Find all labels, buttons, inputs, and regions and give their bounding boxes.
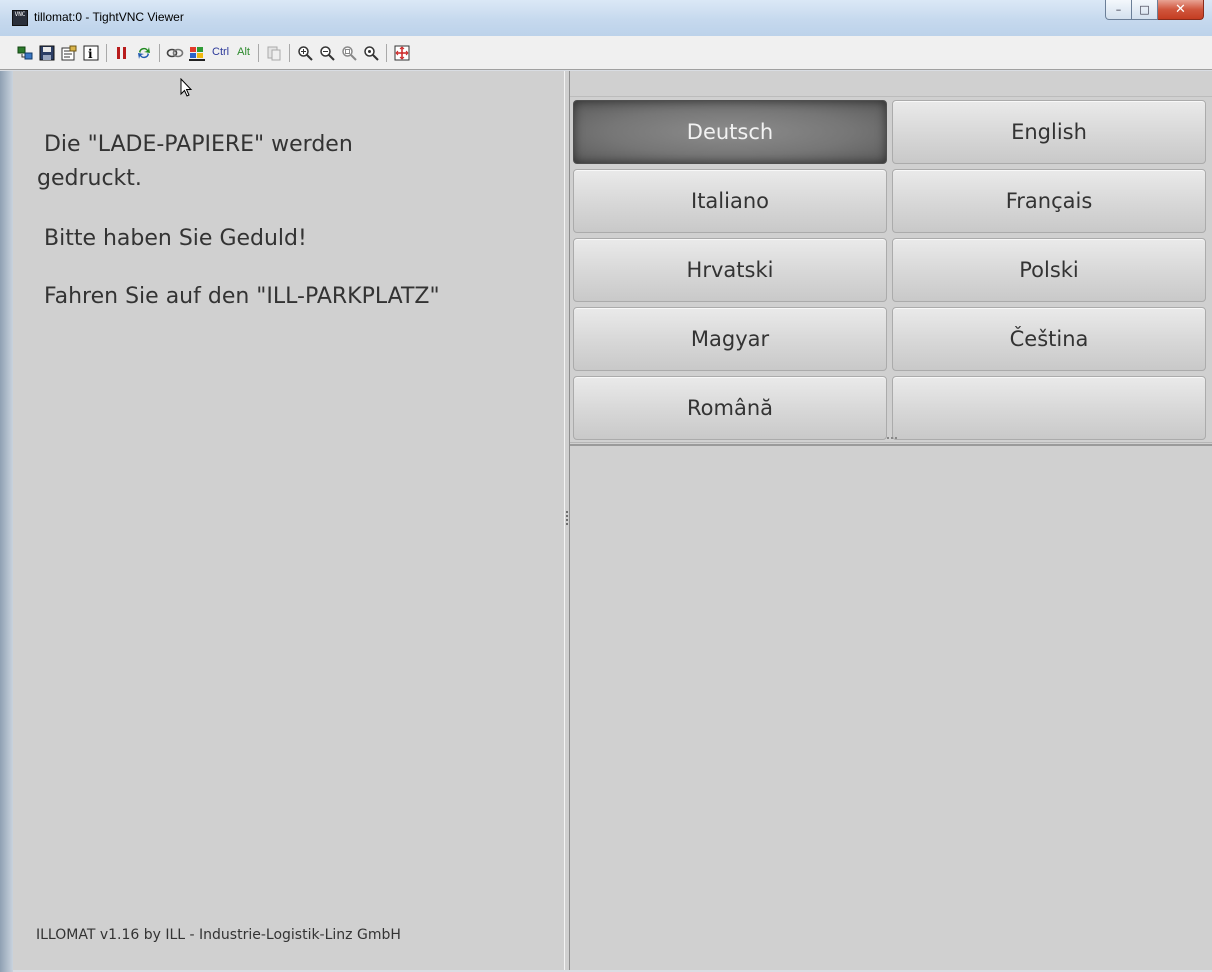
message-panel: Die "LADE-PAPIERE" werden gedruckt. Bitt… [13, 71, 564, 970]
mouse-cursor-icon [180, 78, 193, 97]
language-button-magyar[interactable]: Magyar [573, 307, 887, 371]
toolbar-separator [385, 43, 387, 62]
maximize-button[interactable]: □ [1132, 0, 1158, 20]
connection-info-icon[interactable]: i [82, 44, 100, 62]
maximize-icon: □ [1139, 3, 1150, 16]
remote-screen[interactable]: Die "LADE-PAPIERE" werden gedruckt. Bitt… [13, 71, 1212, 970]
window-title: tillomat:0 - TightVNC Viewer [34, 10, 184, 24]
splitter-grip-icon [566, 511, 568, 527]
toolbar-separator [288, 43, 290, 62]
close-icon: ✕ [1175, 2, 1186, 17]
panel-divider[interactable] [570, 437, 1212, 446]
vnc-icon: VNC [12, 10, 28, 26]
language-button-francais[interactable]: Français [892, 169, 1206, 233]
clipboard-icon[interactable] [265, 44, 283, 62]
fullscreen-icon[interactable] [393, 44, 411, 62]
language-button-english[interactable]: English [892, 100, 1206, 164]
language-button-cestina[interactable]: Čeština [892, 307, 1206, 371]
desktop-edge [0, 71, 13, 972]
message-line-3: Bitte haben Sie Geduld! [37, 226, 307, 251]
language-button-polski[interactable]: Polski [892, 238, 1206, 302]
minimize-button[interactable]: – [1105, 0, 1132, 20]
language-panel: Deutsch English Italiano Français Hrvats… [570, 71, 1212, 970]
vnc-toolbar: i Ctrl Alt [0, 36, 1212, 70]
ctrl-alt-del-icon[interactable] [166, 44, 184, 62]
language-button-romana[interactable]: Română [573, 376, 887, 440]
language-grid: Deutsch English Italiano Français Hrvats… [570, 97, 1212, 441]
window-controls: – □ ✕ [1105, 0, 1204, 22]
close-button[interactable]: ✕ [1158, 0, 1204, 20]
toolbar-separator [106, 43, 107, 62]
zoom-in-icon[interactable] [296, 44, 314, 62]
alt-key-button[interactable]: Alt [235, 44, 252, 62]
ctrl-key-button[interactable]: Ctrl [210, 44, 231, 62]
options-icon[interactable] [60, 44, 78, 62]
svg-text:i: i [88, 47, 93, 61]
win-key-icon[interactable] [188, 44, 206, 62]
language-panel-header [570, 71, 1212, 97]
language-button-italiano[interactable]: Italiano [573, 169, 887, 233]
pause-icon[interactable] [113, 44, 131, 62]
zoom-out-icon[interactable] [318, 44, 336, 62]
refresh-icon[interactable] [135, 44, 153, 62]
message-line-4: Fahren Sie auf den "ILL-PARKPLATZ" [37, 284, 440, 309]
toolbar-separator [159, 43, 160, 62]
save-icon[interactable] [38, 44, 56, 62]
message-line-1: Die "LADE-PAPIERE" werden [37, 132, 353, 157]
divider-grip-icon [887, 437, 899, 439]
message-line-2: gedruckt. [37, 166, 142, 191]
toolbar-separator [257, 43, 259, 62]
minimize-icon: – [1115, 3, 1122, 16]
zoom-auto-icon[interactable] [362, 44, 380, 62]
language-button-deutsch[interactable]: Deutsch [573, 100, 887, 164]
language-button-hrvatski[interactable]: Hrvatski [573, 238, 887, 302]
version-footer: ILLOMAT v1.16 by ILL - Industrie-Logisti… [36, 927, 401, 943]
zoom-100-icon[interactable] [340, 44, 358, 62]
new-connection-icon[interactable] [16, 44, 34, 62]
window-titlebar[interactable]: VNC tillomat:0 - TightVNC Viewer – □ ✕ [0, 0, 1212, 37]
language-button-empty [892, 376, 1206, 440]
